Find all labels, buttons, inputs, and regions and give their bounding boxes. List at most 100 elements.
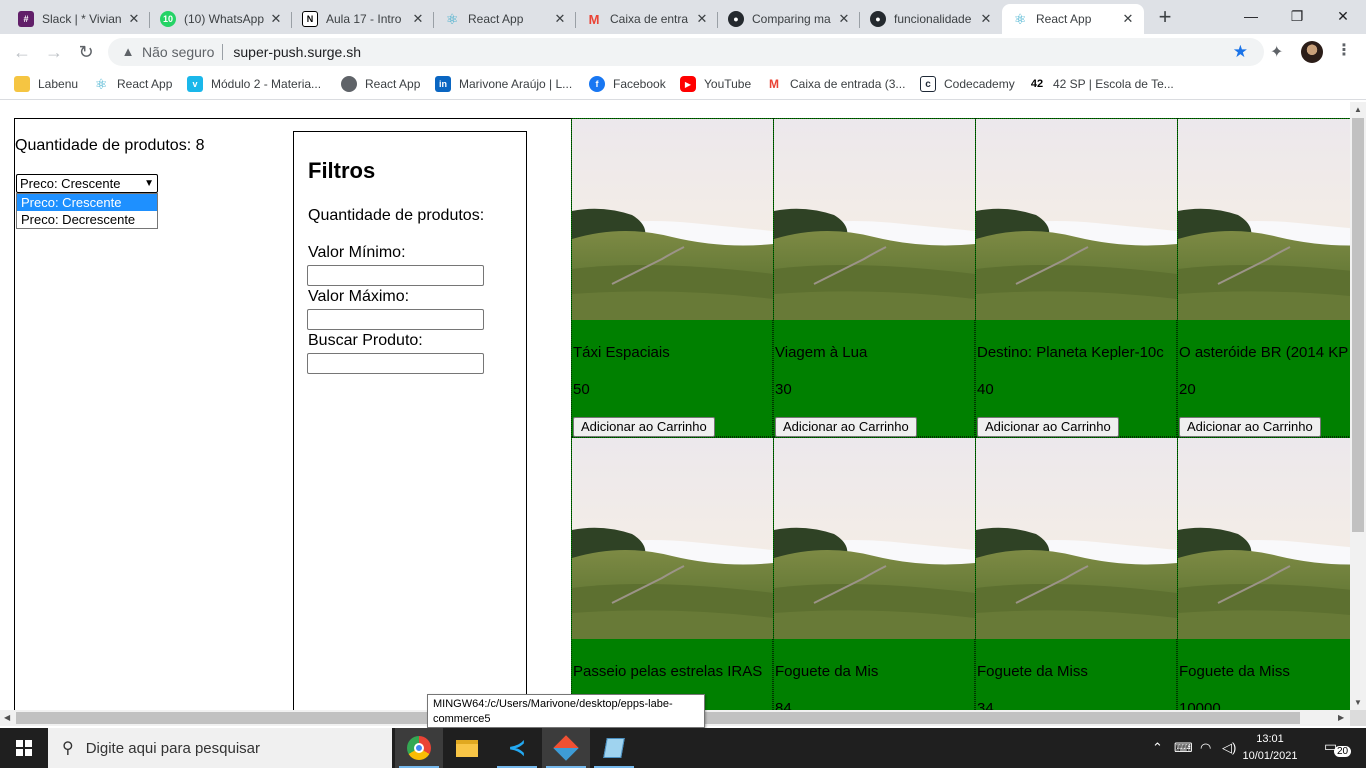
product-name: Táxi Espaciais <box>573 344 670 361</box>
vimeo-icon: v <box>187 76 203 92</box>
product-price: 50 <box>573 381 590 398</box>
bookmark-react-app[interactable]: ⚛ React App <box>93 75 173 92</box>
bookmark-codecademy[interactable]: c Codecademy <box>920 76 1015 92</box>
restore-icon[interactable]: ❐ <box>1274 0 1320 32</box>
42-icon: 42 <box>1030 78 1044 90</box>
product-price: 84 <box>775 700 792 710</box>
whatsapp-icon: 10 <box>160 11 176 27</box>
notification-center-icon[interactable]: ▭ 20 <box>1322 738 1352 758</box>
close-icon[interactable]: ✕ <box>268 11 284 27</box>
bookmark-label: Caixa de entrada (3... <box>790 77 906 91</box>
security-label: Não seguro <box>142 44 215 60</box>
bookmark-42sp[interactable]: 42 42 SP | Escola de Te... <box>1029 76 1174 92</box>
scroll-right-arrow-icon[interactable]: ▶ <box>1338 713 1344 722</box>
taskbar-notepad[interactable] <box>590 728 638 768</box>
bookmark-labenu[interactable]: Labenu <box>14 76 78 92</box>
volume-icon[interactable]: ◁) <box>1222 740 1236 756</box>
add-to-cart-button[interactable]: Adicionar ao Carrinho <box>573 417 715 437</box>
max-value-input[interactable] <box>307 309 484 330</box>
close-icon[interactable]: ✕ <box>126 11 142 27</box>
product-name: O asteróide BR (2014 KP <box>1179 344 1349 361</box>
close-icon[interactable]: ✕ <box>836 11 852 27</box>
back-arrow-icon[interactable]: ← <box>10 40 34 64</box>
vscode-icon: ≺ <box>507 735 527 760</box>
sort-select[interactable]: Preco: Crescente ▼ <box>16 174 158 193</box>
bookmark-linkedin[interactable]: in Marivone Araújo | L... <box>435 76 572 92</box>
forward-arrow-icon[interactable]: → <box>42 40 66 64</box>
product-image <box>572 438 773 639</box>
close-window-icon[interactable]: ✕ <box>1320 0 1366 32</box>
scroll-up-arrow-icon[interactable]: ▲ <box>1354 105 1362 114</box>
product-image <box>572 119 773 320</box>
tab-whatsapp[interactable]: 10 (10) WhatsApp ✕ <box>150 4 292 34</box>
vertical-scrollbar[interactable]: ▲ ▼ <box>1350 102 1366 710</box>
tab-notion[interactable]: N Aula 17 - Intro ✕ <box>292 4 434 34</box>
tab-label: Slack | * Vivian <box>42 12 122 26</box>
close-icon[interactable]: ✕ <box>978 11 994 27</box>
taskbar-file-explorer[interactable] <box>443 728 491 768</box>
bookmark-label: Labenu <box>38 77 79 91</box>
chevron-up-icon[interactable]: ⌃ <box>1152 740 1163 756</box>
bookmark-react-app-2[interactable]: React App <box>341 76 420 92</box>
close-icon[interactable]: ✕ <box>694 11 710 27</box>
taskbar-git-bash[interactable] <box>542 728 590 768</box>
min-value-input[interactable] <box>307 265 484 286</box>
bookmark-modulo2[interactable]: v Módulo 2 - Materia... <box>187 76 321 92</box>
close-icon[interactable]: ✕ <box>410 11 426 27</box>
search-placeholder: Digite aqui para pesquisar <box>85 739 260 757</box>
warning-icon[interactable]: ▲ <box>120 44 136 60</box>
search-product-input[interactable] <box>307 353 484 374</box>
tab-react-app-active[interactable]: ⚛ React App ✕ <box>1002 4 1144 34</box>
tab-slack[interactable]: # Slack | * Vivian ✕ <box>8 4 150 34</box>
input-indicator-icon[interactable]: ⌨ <box>1174 740 1193 756</box>
gmail-icon: M <box>769 77 779 91</box>
taskbar-chrome[interactable] <box>395 728 443 768</box>
react-icon: ⚛ <box>94 75 108 92</box>
add-to-cart-button[interactable]: Adicionar ao Carrinho <box>775 417 917 437</box>
browser-window: # Slack | * Vivian ✕ 10 (10) WhatsApp ✕ … <box>0 0 1366 768</box>
bookmark-label: React App <box>365 77 421 91</box>
react-icon: ⚛ <box>1013 10 1027 27</box>
address-bar[interactable]: ▲ Não seguro super-push.surge.sh ★ <box>108 38 1264 66</box>
taskbar-search-box[interactable]: ⚲ Digite aqui para pesquisar <box>48 728 392 768</box>
reload-icon[interactable]: ↻ <box>74 40 98 64</box>
filter-quantity-label: Quantidade de produtos: <box>308 207 485 224</box>
kebab-menu-icon[interactable]: ⋮ <box>1336 40 1352 60</box>
scroll-down-arrow-icon[interactable]: ▼ <box>1354 698 1362 707</box>
github-icon: ● <box>728 11 744 27</box>
bookmark-facebook[interactable]: f Facebook <box>589 76 666 92</box>
close-icon[interactable]: ✕ <box>552 11 568 27</box>
taskbar-clock[interactable]: 13:01 10/01/2021 <box>1240 731 1300 765</box>
add-to-cart-button[interactable]: Adicionar ao Carrinho <box>977 417 1119 437</box>
vertical-scroll-thumb[interactable] <box>1352 118 1364 532</box>
filters-title: Filtros <box>308 158 376 183</box>
close-icon[interactable]: ✕ <box>1120 11 1136 27</box>
bookmark-label: Codecademy <box>944 77 1015 91</box>
extensions-puzzle-icon[interactable]: ✦ <box>1270 42 1283 62</box>
tab-github-func[interactable]: ● funcionalidade ✕ <box>860 4 1002 34</box>
bookmarks-bar: Labenu ⚛ React App v Módulo 2 - Materia.… <box>0 70 1366 100</box>
profile-avatar[interactable] <box>1301 41 1323 63</box>
taskbar-vscode[interactable]: ≺ <box>493 728 541 768</box>
new-tab-button[interactable]: + <box>1152 6 1178 30</box>
bookmark-gmail[interactable]: M Caixa de entrada (3... <box>766 76 905 92</box>
tab-gmail[interactable]: M Caixa de entra ✕ <box>576 4 718 34</box>
sort-panel: Quantidade de produtos: 8 Preco: Crescen… <box>14 118 293 710</box>
min-value-label: Valor Mínimo: <box>308 244 406 261</box>
product-price: 30 <box>775 381 792 398</box>
windows-start-icon[interactable] <box>0 728 48 768</box>
scroll-left-arrow-icon[interactable]: ◀ <box>4 713 10 722</box>
product-image <box>1178 119 1350 320</box>
minimize-icon[interactable]: — <box>1228 0 1274 32</box>
wifi-icon[interactable]: ◠ <box>1200 740 1211 756</box>
tab-react-app[interactable]: ⚛ React App ✕ <box>434 4 576 34</box>
url-text[interactable]: super-push.surge.sh <box>233 44 361 60</box>
tab-github-compare[interactable]: ● Comparing ma ✕ <box>718 4 860 34</box>
bookmark-star-icon[interactable]: ★ <box>1233 42 1248 62</box>
sort-option-descending[interactable]: Preco: Decrescente <box>17 211 157 228</box>
file-explorer-icon <box>456 739 478 757</box>
bookmark-youtube[interactable]: ▶ YouTube <box>680 76 751 92</box>
chrome-icon <box>407 736 431 760</box>
add-to-cart-button[interactable]: Adicionar ao Carrinho <box>1179 417 1321 437</box>
sort-option-ascending[interactable]: Preco: Crescente <box>17 194 157 211</box>
